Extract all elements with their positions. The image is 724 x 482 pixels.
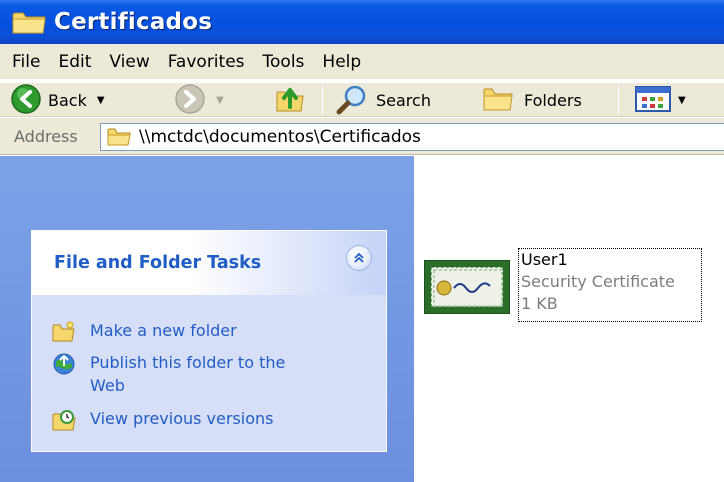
toolbar-separator	[618, 87, 619, 115]
back-arrow-icon	[10, 83, 42, 119]
views-button[interactable]: ▼	[634, 83, 686, 118]
folders-button[interactable]: Folders	[482, 83, 582, 118]
toolbar-separator	[322, 87, 323, 115]
collapse-chevron-icon[interactable]	[346, 245, 372, 271]
address-input[interactable]: \\mctdc\documentos\Certificados	[100, 123, 724, 151]
menu-file[interactable]: File	[0, 47, 49, 77]
folder-icon	[107, 127, 131, 147]
publish-web-icon	[52, 352, 76, 376]
folders-label: Folders	[524, 91, 582, 110]
back-label: Back	[48, 91, 87, 110]
menu-favorites[interactable]: Favorites	[159, 47, 254, 77]
window-title: Certificados	[54, 9, 213, 35]
file-size: 1 KB	[521, 294, 558, 313]
search-button[interactable]: Search	[334, 83, 431, 118]
address-bar: Address \\mctdc\documentos\Certificados	[0, 117, 724, 155]
task-label: View previous versions	[90, 409, 274, 428]
menu-edit[interactable]: Edit	[49, 47, 100, 77]
file-item-user1[interactable]: User1 Security Certificate 1 KB	[424, 248, 702, 322]
up-folder-icon	[274, 83, 306, 119]
task-pane: File and Folder Tasks Make a new folder	[0, 156, 414, 482]
new-folder-icon	[52, 320, 76, 344]
address-label: Address	[14, 127, 78, 146]
menu-tools[interactable]: Tools	[254, 47, 314, 77]
menu-view[interactable]: View	[100, 47, 158, 77]
folder-icon	[12, 9, 46, 35]
forward-button[interactable]: ▼	[174, 83, 224, 118]
file-folder-tasks-panel: File and Folder Tasks Make a new folder	[31, 230, 387, 452]
forward-arrow-icon	[174, 83, 206, 119]
task-view-previous-versions[interactable]: View previous versions	[52, 407, 273, 432]
back-button[interactable]: Back ▼	[10, 83, 105, 118]
up-folder-button[interactable]	[274, 83, 306, 118]
views-dropdown-icon[interactable]: ▼	[678, 95, 686, 106]
views-icon	[634, 84, 674, 118]
menu-help[interactable]: Help	[313, 47, 370, 77]
title-bar[interactable]: Certificados	[0, 0, 724, 44]
file-name: User1	[521, 250, 568, 269]
search-icon	[334, 83, 370, 119]
task-make-new-folder[interactable]: Make a new folder	[52, 319, 237, 344]
standard-toolbar: Back ▼ ▼ Search Folders ▼	[0, 82, 724, 117]
file-details: User1 Security Certificate 1 KB	[518, 248, 702, 322]
file-list-pane: User1 Security Certificate 1 KB	[414, 156, 724, 482]
task-label: Publish this folder to the Web	[90, 353, 286, 395]
certificate-icon	[424, 260, 510, 314]
file-type: Security Certificate	[521, 272, 675, 291]
task-panel-header[interactable]: File and Folder Tasks	[32, 231, 386, 295]
forward-dropdown-icon[interactable]: ▼	[216, 95, 224, 106]
task-panel-title: File and Folder Tasks	[54, 253, 262, 273]
task-publish-web[interactable]: Publish this folder to the Web	[52, 351, 302, 397]
previous-versions-icon	[52, 408, 76, 432]
folders-icon	[482, 84, 514, 118]
address-path: \\mctdc\documentos\Certificados	[139, 127, 421, 147]
search-label: Search	[376, 91, 431, 110]
task-label: Make a new folder	[90, 321, 237, 340]
back-dropdown-icon[interactable]: ▼	[97, 95, 105, 106]
menu-bar: File Edit View Favorites Tools Help	[0, 44, 724, 80]
